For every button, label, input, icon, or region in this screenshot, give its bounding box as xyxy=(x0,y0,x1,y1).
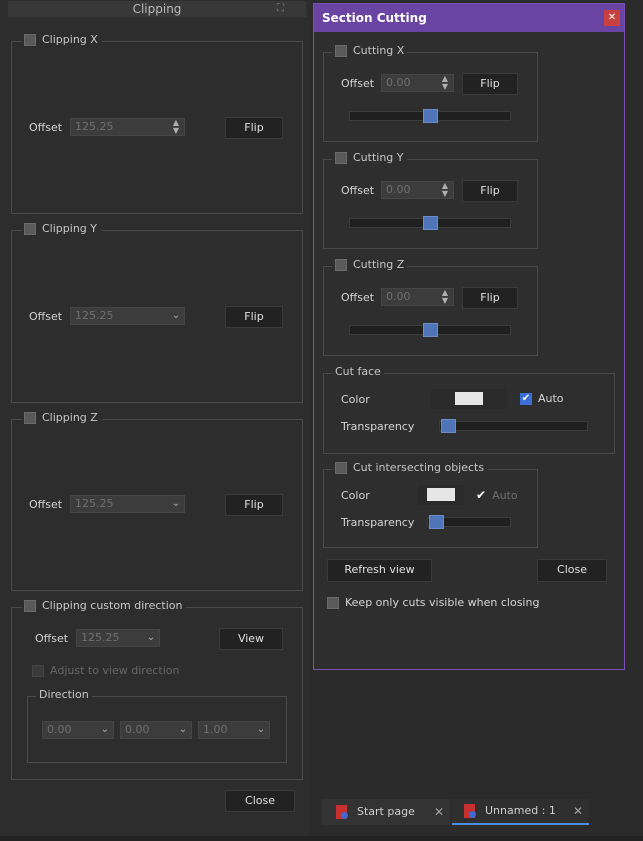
clipping-y-flip-button[interactable]: Flip xyxy=(225,306,283,328)
project-icon xyxy=(336,805,348,819)
close-icon[interactable]: ✕ xyxy=(604,10,620,26)
cutting-z-slider-thumb[interactable] xyxy=(423,323,438,337)
cut-face-transparency-thumb[interactable] xyxy=(441,419,456,433)
cut-face-auto-checkbox[interactable]: ✔ xyxy=(520,392,532,405)
chevron-down-icon[interactable]: ⌄ xyxy=(178,722,188,738)
cutting-y-checkbox[interactable] xyxy=(335,152,347,164)
cut-face-transparency-slider[interactable] xyxy=(439,421,588,431)
cutting-z-offset-input[interactable]: 0.00 ▲ ▼ xyxy=(381,288,454,306)
clipping-x-offset-label: Offset xyxy=(29,121,63,134)
cut-intersecting-header: Cut intersecting objects xyxy=(332,461,488,475)
clipping-custom-offset-input[interactable]: 125.25 ⌄ xyxy=(76,629,160,647)
chevron-down-icon[interactable]: ⌄ xyxy=(146,630,156,646)
direction-x-input[interactable]: 0.00 ⌄ xyxy=(42,721,114,739)
tab-close-icon[interactable]: ✕ xyxy=(434,799,444,825)
chevron-down-icon[interactable]: ⌄ xyxy=(171,496,181,512)
cut-intersecting-color-swatch xyxy=(427,488,455,501)
project-icon xyxy=(464,804,476,818)
clipping-y-header: Clipping Y xyxy=(22,222,101,236)
clipping-z-offset-input[interactable]: 125.25 ⌄ xyxy=(70,495,185,513)
clipping-x-offset-input[interactable]: 125.25 ▲ ▼ xyxy=(70,118,185,136)
clipping-y-offset-label: Offset xyxy=(29,310,63,323)
cut-face-group xyxy=(323,373,615,454)
cutting-y-flip-button[interactable]: Flip xyxy=(462,180,518,202)
maximize-icon[interactable]: ⛶ xyxy=(277,1,284,17)
cut-intersecting-color-label: Color xyxy=(341,489,370,502)
cutting-z-offset-label: Offset xyxy=(341,291,375,304)
cut-face-header: Cut face xyxy=(332,365,384,379)
chevron-down-icon[interactable]: ⌄ xyxy=(171,308,181,324)
clipping-x-flip-button[interactable]: Flip xyxy=(225,117,283,139)
spin-arrows-icon[interactable]: ▲ ▼ xyxy=(440,75,450,91)
spin-arrows-icon[interactable]: ▲ ▼ xyxy=(171,119,181,135)
chevron-down-icon[interactable]: ⌄ xyxy=(100,722,110,738)
cut-face-color-swatch xyxy=(455,392,483,405)
clipping-x-header: Clipping X xyxy=(22,33,102,47)
spin-arrows-icon[interactable]: ▲ ▼ xyxy=(440,289,450,305)
cutting-z-flip-button[interactable]: Flip xyxy=(462,287,518,309)
cutting-x-group xyxy=(323,52,538,142)
clipping-close-button[interactable]: Close xyxy=(225,790,295,812)
dialog-title: Section Cutting xyxy=(314,4,624,32)
checkmark-icon[interactable]: ✔ xyxy=(476,488,486,502)
clipping-custom-checkbox[interactable] xyxy=(24,600,36,612)
direction-label: Direction xyxy=(36,688,92,702)
clipping-z-header: Clipping Z xyxy=(22,411,102,425)
cutting-y-slider-thumb[interactable] xyxy=(423,216,438,230)
cut-intersecting-transparency-label: Transparency xyxy=(341,516,415,529)
cutting-y-group xyxy=(323,159,538,249)
cutting-x-checkbox[interactable] xyxy=(335,45,347,57)
refresh-view-button[interactable]: Refresh view xyxy=(327,559,432,582)
cut-intersecting-group xyxy=(323,469,538,548)
cutting-x-offset-label: Offset xyxy=(341,77,375,90)
dialog-close-button[interactable]: Close xyxy=(537,559,607,582)
tab-close-icon[interactable]: ✕ xyxy=(573,798,583,824)
cut-intersecting-color-picker[interactable] xyxy=(418,485,464,505)
cutting-y-offset-input[interactable]: 0.00 ▲ ▼ xyxy=(381,181,454,199)
cutting-y-offset-label: Offset xyxy=(341,184,375,197)
chevron-down-icon[interactable]: ⌄ xyxy=(256,722,266,738)
tab-start-page[interactable]: Start page ✕ xyxy=(322,799,450,825)
cut-intersecting-transparency-thumb[interactable] xyxy=(429,515,444,529)
clipping-custom-header: Clipping custom direction xyxy=(22,599,187,613)
cut-face-transparency-label: Transparency xyxy=(341,420,415,433)
cutting-z-checkbox[interactable] xyxy=(335,259,347,271)
clipping-z-offset-label: Offset xyxy=(29,498,63,511)
tab-unnamed[interactable]: Unnamed : 1 ✕ xyxy=(452,799,589,825)
cut-face-auto-row: ✔ Auto xyxy=(520,392,564,405)
cutting-x-flip-button[interactable]: Flip xyxy=(462,73,518,95)
bottom-strip xyxy=(0,836,643,841)
clipping-panel-title: Clipping ⛶ xyxy=(8,1,306,17)
keep-cuts-row: Keep only cuts visible when closing xyxy=(327,596,539,609)
adjust-view-checkbox[interactable] xyxy=(32,664,44,677)
cutting-y-header: Cutting Y xyxy=(332,151,407,165)
clipping-y-offset-input[interactable]: 125.25 ⌄ xyxy=(70,307,185,325)
spin-arrows-icon[interactable]: ▲ ▼ xyxy=(440,182,450,198)
cutting-x-slider-thumb[interactable] xyxy=(423,109,438,123)
clipping-z-flip-button[interactable]: Flip xyxy=(225,494,283,516)
cut-face-color-picker[interactable] xyxy=(431,389,507,409)
direction-z-input[interactable]: 1.00 ⌄ xyxy=(198,721,270,739)
clipping-x-checkbox[interactable] xyxy=(24,34,36,46)
cutting-x-header: Cutting X xyxy=(332,44,408,58)
cutting-z-group xyxy=(323,266,538,356)
direction-y-input[interactable]: 0.00 ⌄ xyxy=(120,721,192,739)
clipping-custom-offset-label: Offset xyxy=(35,632,69,645)
cut-intersecting-checkbox[interactable] xyxy=(335,462,347,474)
adjust-view-row: Adjust to view direction xyxy=(32,664,179,677)
clipping-z-checkbox[interactable] xyxy=(24,412,36,424)
cut-face-color-label: Color xyxy=(341,393,370,406)
cutting-z-header: Cutting Z xyxy=(332,258,408,272)
view-button[interactable]: View xyxy=(219,628,283,650)
clipping-y-checkbox[interactable] xyxy=(24,223,36,235)
cutting-x-offset-input[interactable]: 0.00 ▲ ▼ xyxy=(381,74,454,92)
keep-cuts-checkbox[interactable] xyxy=(327,596,339,609)
cut-intersecting-auto-row: ✔ Auto xyxy=(476,488,518,502)
